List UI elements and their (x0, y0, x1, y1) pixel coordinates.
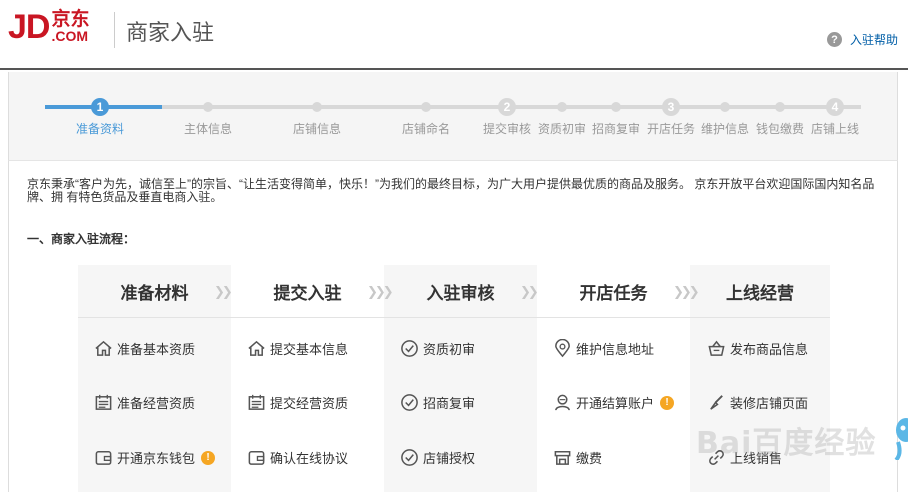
step-label-2: 主体信息 (183, 122, 233, 136)
flow-item[interactable]: 准备经营资质 (94, 393, 195, 412)
flow-item[interactable]: 确认在线协议 (247, 448, 348, 467)
flow-item[interactable]: 开通京东钱包! (94, 448, 216, 467)
flow-item-label: 开通京东钱包 (117, 451, 196, 466)
step-label-9: 维护信息 (700, 122, 750, 136)
flow-column-4: 开店任务 维护信息地址 开通结算账户! 缴费 (537, 265, 690, 492)
calendar-icon (248, 394, 265, 410)
warning-badge-icon: ! (201, 450, 216, 465)
flow-column-3: 入驻审核资质初审招商复审店铺授权 (384, 265, 537, 492)
flow-item-label: 装修店铺页面 (730, 396, 809, 411)
home-icon (95, 340, 112, 356)
step-node-3 (312, 102, 322, 112)
step-node-9 (720, 102, 730, 112)
flow-item-label: 发布商品信息 (730, 342, 809, 357)
step-node-6 (557, 102, 567, 112)
flow-item-label: 提交基本信息 (270, 342, 349, 357)
step-label-1: 准备资料 (75, 122, 125, 136)
flow-item[interactable]: 发布商品信息 (707, 339, 808, 358)
flow-column-1: 准备材料 准备基本资质 准备经营资质 开通京东钱包! (78, 265, 231, 492)
flow-column-title: 入驻审核 (384, 265, 537, 318)
flow-column-title: 准备材料 (78, 265, 231, 318)
flow-item[interactable]: 开通结算账户! (553, 393, 675, 412)
brush-icon (710, 395, 723, 410)
step-label-10: 钱包缴费 (755, 122, 805, 136)
flow-item-label: 确认在线协议 (270, 451, 349, 466)
flow-item[interactable]: 准备基本资质 (94, 339, 195, 358)
step-node-7 (611, 102, 621, 112)
section-title: 一、商家入驻流程： (27, 232, 136, 246)
logo-divider (114, 12, 115, 48)
logo-com-text: .COM (51, 28, 89, 44)
user-icon (555, 394, 570, 411)
mascot-icon (894, 418, 908, 460)
flow-item[interactable]: 资质初审 (400, 339, 475, 358)
flow-column-title: 提交入驻 (231, 265, 384, 318)
wallet-icon (248, 451, 265, 465)
check-circle-icon (401, 449, 418, 466)
progress-stepper: 1 准备资料 主体信息 店铺信息 店铺命名 2 提交审核 资质初审 招商复审 3 开店任务 维护信息钱… (8, 72, 898, 161)
help-label: 入驻帮助 (849, 33, 898, 47)
flow-item-label: 资质初审 (423, 342, 476, 357)
step-label-8: 开店任务 (646, 122, 696, 136)
flow-item-label: 准备基本资质 (117, 342, 196, 357)
help-link[interactable]: ? 入驻帮助 (826, 31, 898, 48)
step-label-6: 资质初审 (537, 122, 587, 136)
logo-cn-text: 京东 (51, 9, 90, 30)
question-circle-icon: ? (826, 32, 842, 47)
step-label-11: 店铺上线 (810, 122, 860, 136)
wallet-icon (95, 451, 112, 465)
intro-text: 京东秉承“客户为先，诚信至上”的宗旨、“让生活变得简单，快乐！”为我们的最终目标… (27, 177, 875, 204)
step-node-4 (421, 102, 431, 112)
step-node-11: 4 (826, 98, 844, 116)
site-header: JD 京东 .COM 商家入驻 ? 入驻帮助 (0, 0, 908, 70)
jd-logo[interactable]: JD 京东 .COM (8, 10, 89, 44)
home-icon (248, 340, 265, 356)
flow-item-label: 招商复审 (423, 396, 476, 411)
step-node-5: 2 (498, 98, 516, 116)
step-label-5: 提交审核 (482, 122, 532, 136)
flow-item-label: 缴费 (576, 451, 603, 466)
flow-item[interactable]: 提交基本信息 (247, 339, 348, 358)
check-circle-icon (401, 394, 418, 411)
flow-item[interactable]: 店铺授权 (400, 448, 475, 467)
calendar-icon (95, 394, 112, 410)
logo-jd-text: JD (8, 8, 50, 46)
flow-item[interactable]: 装修店铺页面 (707, 393, 808, 412)
progress-track (45, 105, 861, 109)
store-icon (554, 451, 571, 465)
flow-item[interactable]: 招商复审 (400, 393, 475, 412)
flow-item-label: 提交经营资质 (270, 396, 349, 411)
page-title: 商家入驻 (126, 20, 215, 45)
step-label-7: 招商复审 (591, 122, 641, 136)
basket-icon (708, 340, 725, 356)
flow-column-title: 开店任务 (537, 265, 690, 318)
flow-column-2: 提交入驻提交基本信息 提交经营资质 确认在线协议 (231, 265, 384, 492)
flow-item[interactable]: 提交经营资质 (247, 393, 348, 412)
flow-item[interactable]: 缴费 (553, 448, 602, 467)
flow-item-label: 维护信息地址 (576, 342, 655, 357)
step-node-10 (775, 102, 785, 112)
flow-item[interactable]: 维护信息地址 (553, 339, 654, 358)
baidu-jingyan-watermark: Bai百度经验 (696, 426, 877, 461)
check-circle-icon (401, 340, 418, 357)
location-pin-icon (555, 339, 570, 358)
flow-column-title: 上线经营 (690, 265, 830, 318)
logo-right: 京东 .COM (51, 10, 89, 44)
step-node-8: 3 (662, 98, 680, 116)
flow-item-label: 开通结算账户 (576, 396, 655, 411)
flow-item-label: 店铺授权 (423, 451, 476, 466)
step-node-2 (203, 102, 213, 112)
step-node-1: 1 (91, 98, 109, 116)
warning-badge-icon: ! (660, 395, 675, 410)
step-label-4: 店铺命名 (401, 122, 451, 136)
flow-item-label: 准备经营资质 (117, 396, 196, 411)
step-label-3: 店铺信息 (292, 122, 342, 136)
